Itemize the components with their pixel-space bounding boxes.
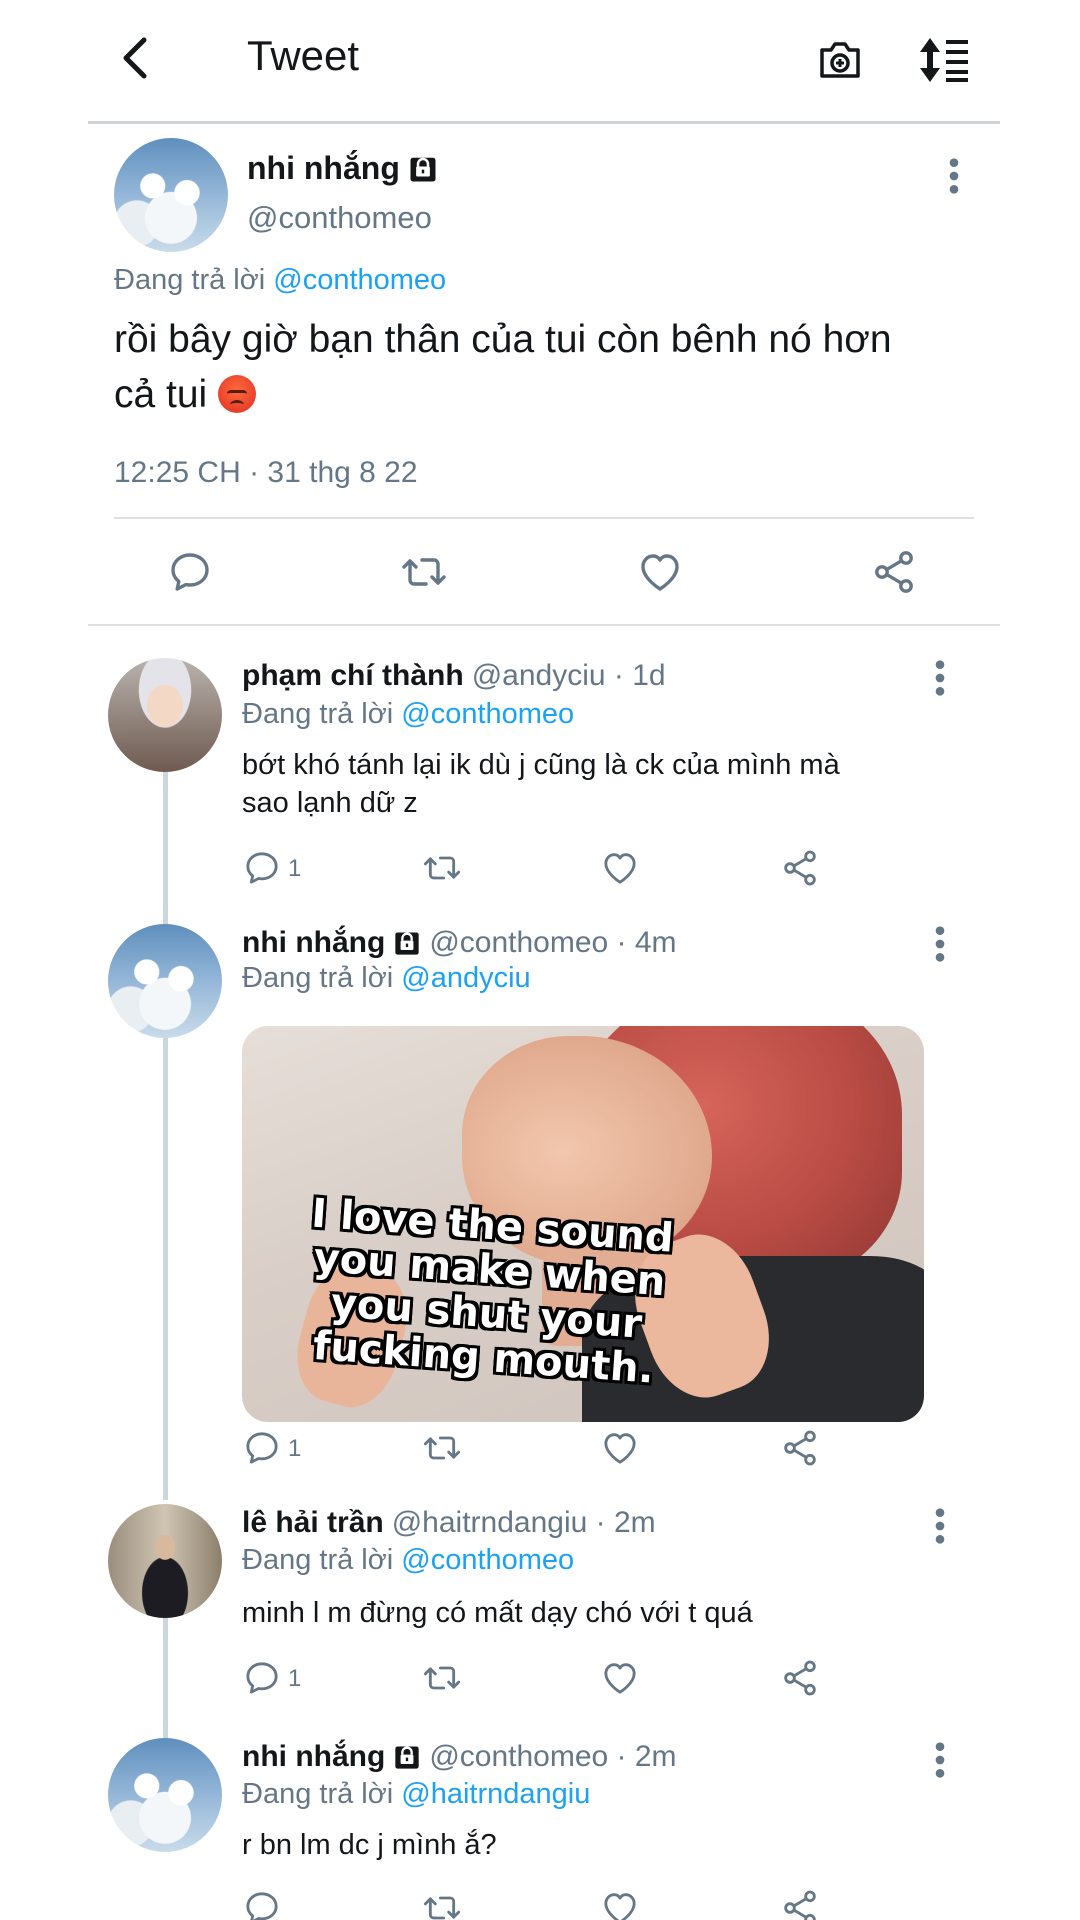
lock-icon <box>393 929 421 957</box>
share-icon[interactable] <box>780 1658 820 1698</box>
like-icon[interactable] <box>600 1428 640 1468</box>
page-title: Tweet <box>247 32 360 79</box>
author-handle[interactable]: @conthomeo <box>247 200 432 236</box>
author-handle-time: @andyciu · 1d <box>471 659 666 692</box>
replying-to: Đang trả lời @conthomeo <box>242 1544 575 1576</box>
mention-link[interactable]: @conthomeo <box>273 264 446 296</box>
share-icon[interactable] <box>780 1888 820 1920</box>
avatar[interactable] <box>114 138 228 252</box>
reply-header: lê hải trần @haitrndangiu · 2m <box>242 1506 656 1540</box>
author-name[interactable]: lê hải trần <box>242 1506 384 1540</box>
avatar[interactable] <box>108 658 222 772</box>
retweet-icon[interactable] <box>422 1888 462 1920</box>
author-handle-time: @conthomeo · 4m <box>429 926 677 959</box>
tweet-timestamp: 12:25 CH · 31 thg 8 22 <box>114 456 418 489</box>
reply-count: 1 <box>288 855 302 882</box>
top-bar: Tweet <box>0 0 1080 124</box>
lock-icon <box>393 1743 421 1771</box>
mention-link[interactable]: @conthomeo <box>401 698 574 730</box>
like-icon[interactable] <box>636 548 684 596</box>
avatar[interactable] <box>108 1504 222 1618</box>
tweet-text: rồi bây giờ bạn thân của tui còn bênh nó… <box>114 318 892 416</box>
reply-header: nhi nhắng @conthomeo · 2m <box>242 1740 677 1774</box>
thread-connector <box>163 772 168 924</box>
retweet-icon[interactable] <box>422 1658 462 1698</box>
like-icon[interactable] <box>600 1658 640 1698</box>
author-handle-time: @conthomeo · 2m <box>429 1740 677 1773</box>
angry-face-emoji <box>218 375 257 413</box>
replying-to: Đang trả lời @conthomeo <box>114 264 447 296</box>
reply-count: 1 <box>288 1435 302 1462</box>
header-divider <box>88 121 1000 124</box>
tweet-text: minh l m đừng có mất dạy chó với t quá <box>242 1597 753 1629</box>
more-options-icon[interactable] <box>932 924 948 964</box>
reply-count: 1 <box>288 1665 302 1692</box>
retweet-icon[interactable] <box>422 848 462 888</box>
like-icon[interactable] <box>600 1888 640 1920</box>
reply-icon[interactable] <box>166 548 214 596</box>
reply-header: phạm chí thành @andyciu · 1d <box>242 659 666 693</box>
author-name[interactable]: phạm chí thành <box>242 659 464 693</box>
share-icon[interactable] <box>780 848 820 888</box>
thread-connector <box>163 1618 168 1738</box>
sort-list-icon <box>920 38 968 82</box>
camera-button[interactable] <box>816 36 864 84</box>
meme-caption: I love the sound you make when you shut … <box>310 1190 676 1393</box>
lock-icon <box>408 154 438 184</box>
author-name[interactable]: nhi nhắng <box>242 926 385 960</box>
avatar[interactable] <box>108 924 222 1038</box>
more-options-icon[interactable] <box>946 156 962 196</box>
reply-icon[interactable] <box>242 1888 282 1920</box>
camera-plus-icon <box>820 42 860 78</box>
mention-link[interactable]: @andyciu <box>401 962 530 994</box>
retweet-icon[interactable] <box>422 1428 462 1468</box>
reply-header: nhi nhắng @conthomeo · 4m <box>242 926 677 960</box>
back-button[interactable] <box>108 30 164 86</box>
reply-icon[interactable] <box>242 1428 282 1468</box>
reply-icon[interactable] <box>242 848 282 888</box>
author-name[interactable]: nhi nhắng <box>247 150 438 187</box>
replying-to: Đang trả lời @andyciu <box>242 962 531 994</box>
retweet-icon[interactable] <box>400 548 448 596</box>
sort-button[interactable] <box>918 36 970 84</box>
reply-icon[interactable] <box>242 1658 282 1698</box>
author-handle-time: @haitrndangiu · 2m <box>391 1506 656 1539</box>
more-options-icon[interactable] <box>932 1506 948 1546</box>
thread-connector <box>163 1038 168 1500</box>
more-options-icon[interactable] <box>932 1740 948 1780</box>
mention-link[interactable]: @haitrndangiu <box>401 1778 590 1810</box>
more-options-icon[interactable] <box>932 658 948 698</box>
share-icon[interactable] <box>780 1428 820 1468</box>
author-name[interactable]: nhi nhắng <box>242 1740 385 1774</box>
divider <box>114 517 974 519</box>
replying-to: Đang trả lời @haitrndangiu <box>242 1778 591 1810</box>
replying-to: Đang trả lời @conthomeo <box>242 698 575 730</box>
divider <box>88 624 1000 626</box>
tweet-text: r bn lm dc j mình ắ? <box>242 1829 497 1861</box>
chevron-left-icon <box>123 37 147 79</box>
meme-image[interactable]: I love the sound you make when you shut … <box>242 1026 924 1422</box>
author-name-text: nhi nhắng <box>247 150 400 186</box>
tweet-text: bớt khó tánh lại ik dù j cũng là ck của … <box>242 749 840 819</box>
like-icon[interactable] <box>600 848 640 888</box>
share-icon[interactable] <box>870 548 918 596</box>
mention-link[interactable]: @conthomeo <box>401 1544 574 1576</box>
avatar[interactable] <box>108 1738 222 1852</box>
